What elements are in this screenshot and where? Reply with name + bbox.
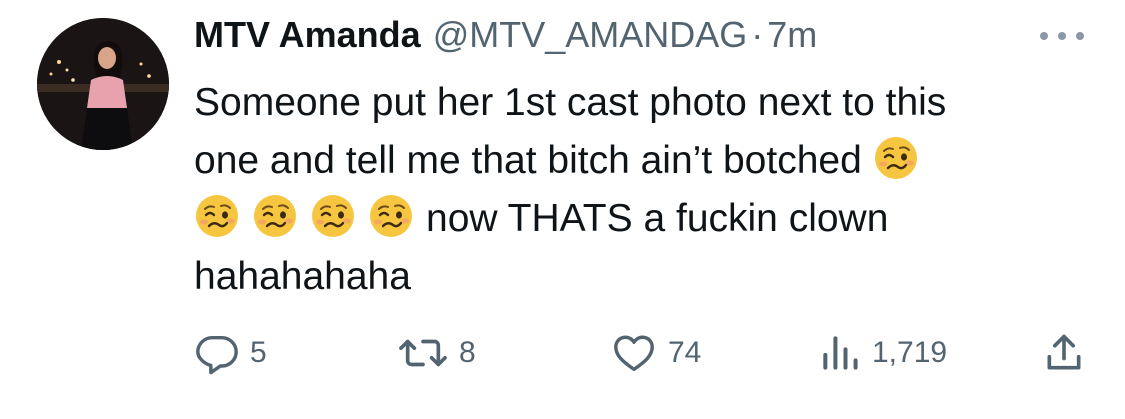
avatar-photo — [37, 18, 169, 150]
separator: · — [751, 14, 764, 55]
author-handle[interactable]: @MTV_AMANDAG — [433, 14, 748, 56]
tweet[interactable]: MTV Amanda @MTV_AMANDAG · 7m Someone put… — [0, 0, 1125, 419]
like-button[interactable]: 74 — [610, 328, 701, 378]
author-name[interactable]: MTV Amanda — [194, 14, 421, 56]
woozy-face-emoji — [310, 193, 356, 239]
avatar[interactable] — [37, 18, 169, 150]
timestamp[interactable]: 7m — [767, 14, 817, 56]
tweet-text-line: hahahahaha — [194, 255, 411, 298]
views-icon — [823, 336, 858, 370]
heart-icon — [614, 335, 654, 372]
woozy-face-emoji — [252, 193, 298, 239]
share-icon — [1047, 334, 1081, 370]
tweet-text: Someone put her 1st cast photo next to t… — [194, 74, 1094, 306]
retweet-icon — [399, 339, 447, 367]
more-dots-icon[interactable] — [1040, 26, 1084, 46]
woozy-face-emoji — [368, 193, 414, 239]
retweet-button[interactable]: 8 — [397, 328, 476, 378]
like-count: 74 — [668, 336, 702, 369]
retweet-count: 8 — [459, 336, 476, 369]
tweet-actions: 5 8 74 1,719 — [194, 328, 1094, 378]
woozy-face-emoji — [194, 193, 240, 239]
tweet-text-line: Someone put her 1st cast photo next to t… — [194, 81, 947, 124]
views-button[interactable]: 1,719 — [818, 328, 947, 378]
reply-icon — [196, 335, 238, 375]
reply-button[interactable]: 5 — [194, 328, 267, 378]
tweet-text-line: one and tell me that bitch ain’t botched — [194, 132, 1094, 190]
tweet-header: MTV Amanda @MTV_AMANDAG · 7m — [194, 14, 817, 64]
tweet-text-line: now THATS a fuckin clown — [194, 190, 1094, 248]
share-button[interactable] — [1042, 328, 1086, 378]
reply-count: 5 — [250, 336, 267, 369]
woozy-face-emoji — [873, 135, 919, 181]
views-count: 1,719 — [872, 336, 948, 369]
